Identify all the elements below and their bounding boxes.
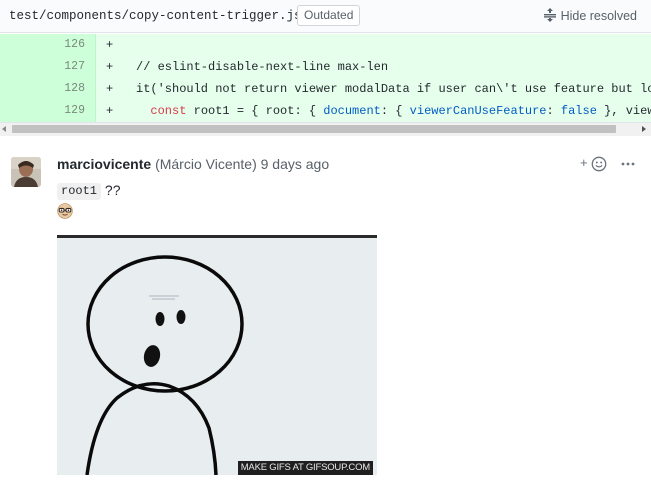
inline-code: root1 (57, 183, 102, 200)
add-reaction-plus: + (580, 155, 588, 170)
gif-watermark: MAKE GIFS AT GIFSOUP.COM (237, 461, 373, 475)
code-text: : (546, 104, 561, 118)
diff-line: 126 + (0, 34, 651, 56)
code-literal: false (560, 104, 597, 118)
line-number: 126 (64, 38, 85, 51)
smiley-icon (591, 156, 607, 172)
code-property: document (323, 104, 381, 118)
code-text: : { (380, 104, 410, 118)
hide-resolved-label: Hide resolved (560, 9, 637, 23)
line-number: 129 (64, 104, 85, 117)
scroll-left-icon[interactable] (2, 126, 6, 132)
comment-header: marciovicente (Márcio Vicente) 9 days ag… (57, 155, 329, 173)
diff-line: 127 + // eslint-disable-next-line max-le… (0, 56, 651, 78)
code-text: }, view (596, 104, 651, 118)
diff-line: 128 + it('should not return viewer modal… (0, 78, 651, 100)
comment-timestamp[interactable]: 9 days ago (261, 156, 330, 172)
comment-text: ?? (101, 182, 121, 198)
hide-resolved-button[interactable]: Hide resolved (543, 7, 637, 25)
file-path[interactable]: test/components/copy-content-trigger.js (9, 9, 302, 23)
avatar[interactable] (11, 157, 41, 187)
diff-line: 129 + const root1 = { root: { document: … (0, 100, 651, 122)
diff-table: 126 + 127 + // eslint-disable-next-line … (0, 34, 651, 122)
stick-figure-image (57, 238, 377, 475)
scroll-right-icon[interactable] (642, 126, 646, 132)
file-header: test/components/copy-content-trigger.js … (0, 0, 651, 33)
avatar-image (11, 157, 41, 187)
more-options-button[interactable] (618, 154, 638, 174)
scrollbar-thumb[interactable] (12, 125, 616, 133)
unfold-icon (543, 8, 556, 22)
horizontal-scrollbar[interactable] (0, 122, 651, 136)
code-line: // eslint-disable-next-line max-len (136, 60, 389, 74)
review-comment: marciovicente (Márcio Vicente) 9 days ag… (0, 137, 651, 502)
author-login[interactable]: marciovicente (57, 156, 151, 172)
line-number-cell[interactable]: 127 (0, 56, 96, 78)
comment-body: root1 ?? (57, 180, 120, 200)
author-full-name: (Márcio Vicente) (155, 156, 257, 172)
line-number: 127 (64, 60, 85, 73)
line-number-cell[interactable]: 126 (0, 34, 96, 56)
code-property: viewerCanUseFeature (409, 104, 547, 118)
code-text: root1 = { root: { (186, 104, 324, 118)
addition-marker: + (106, 82, 114, 96)
kebab-horizontal-icon (621, 162, 635, 166)
line-number-cell[interactable]: 129 (0, 100, 96, 122)
line-number: 128 (64, 82, 85, 95)
outdated-badge: Outdated (297, 5, 361, 26)
nerd-face-emoji (57, 203, 73, 219)
addition-marker: + (106, 104, 114, 118)
line-number-cell[interactable]: 128 (0, 78, 96, 100)
embedded-gif[interactable]: MAKE GIFS AT GIFSOUP.COM (57, 235, 377, 475)
addition-marker: + (106, 38, 114, 52)
addition-marker: + (106, 60, 114, 74)
code-keyword: const (150, 104, 187, 118)
code-line: it('should not return viewer modalData i… (136, 82, 651, 96)
add-reaction-button[interactable]: + (578, 154, 608, 174)
code-line: const root1 = { root: { document: { view… (136, 104, 651, 118)
